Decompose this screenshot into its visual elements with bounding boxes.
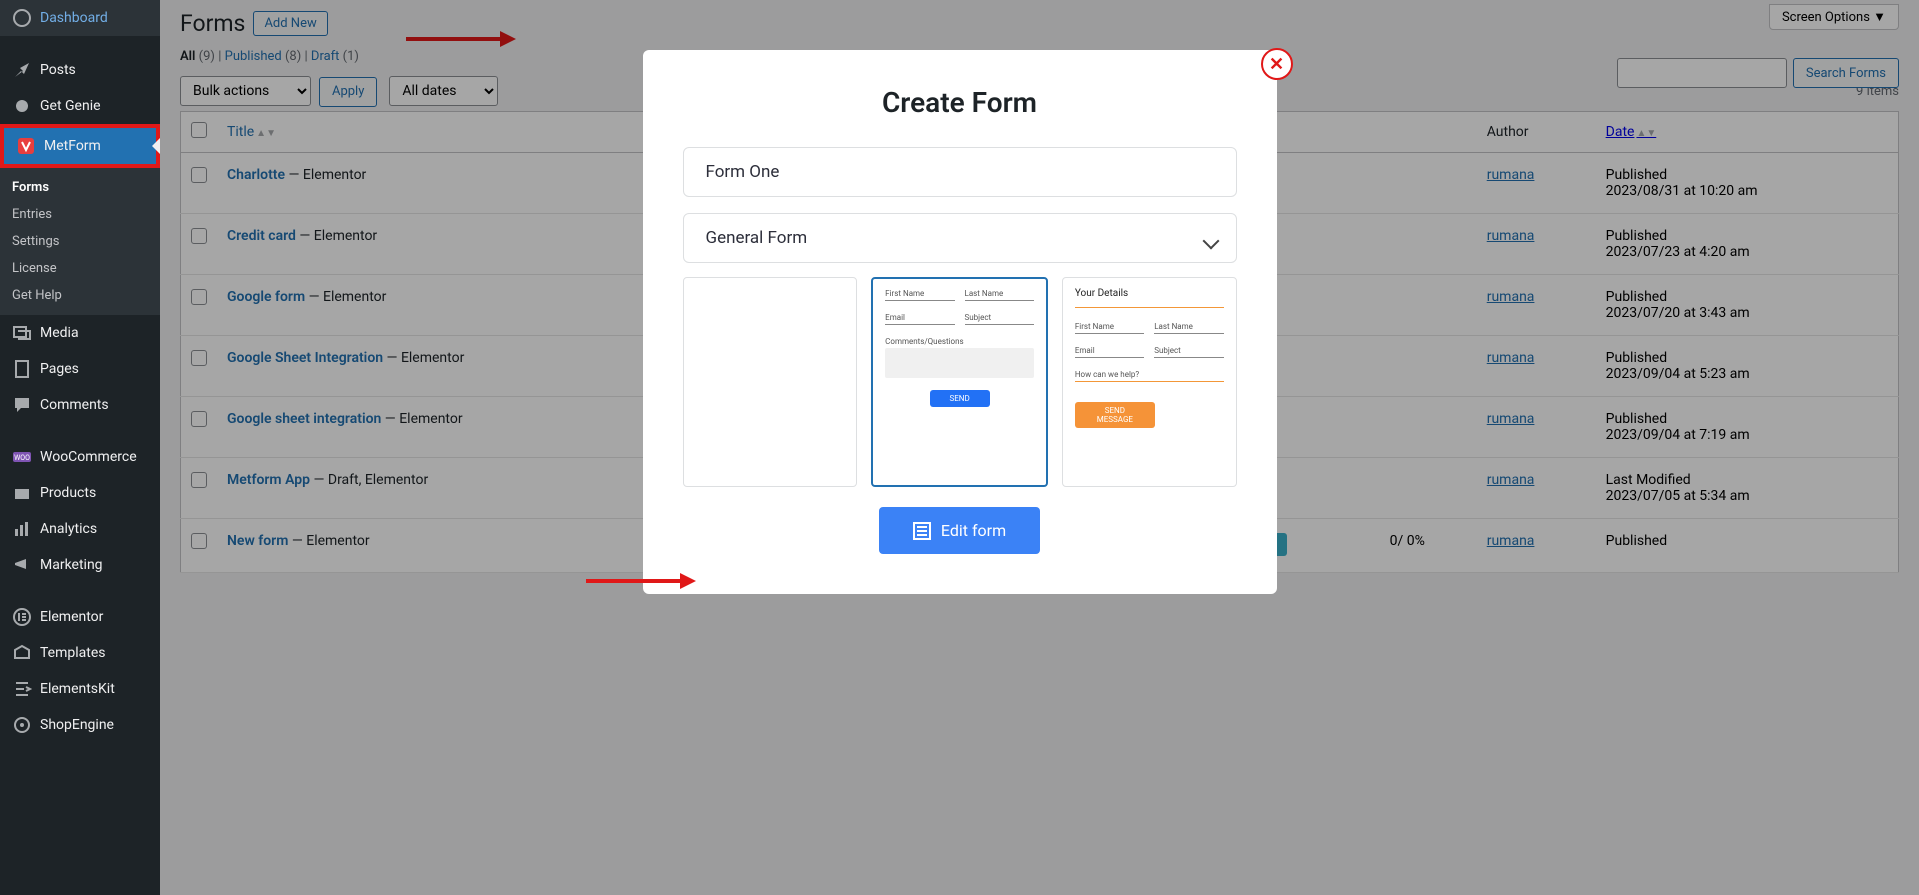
elementskit-icon	[12, 679, 32, 699]
analytics-icon	[12, 519, 32, 539]
metform-icon	[16, 136, 36, 156]
submenu-license[interactable]: License	[0, 255, 160, 282]
create-form-modal: ✕ Create Form General Form First Name La…	[643, 50, 1277, 594]
sidebar-item-elementor[interactable]: Elementor	[0, 599, 160, 635]
media-icon	[12, 323, 32, 343]
sidebar-item-dashboard[interactable]: Dashboard	[0, 0, 160, 36]
sidebar-item-shopengine[interactable]: ShopEngine	[0, 707, 160, 743]
sidebar-item-media[interactable]: Media	[0, 315, 160, 351]
submenu-gethelp[interactable]: Get Help	[0, 282, 160, 309]
sidebar-item-getgenie[interactable]: Get Genie	[0, 88, 160, 124]
form-type-select[interactable]: General Form	[683, 213, 1237, 263]
sidebar-item-woocommerce[interactable]: WOO WooCommerce	[0, 439, 160, 475]
genie-icon	[12, 96, 32, 116]
sidebar-item-marketing[interactable]: Marketing	[0, 547, 160, 583]
svg-text:WOO: WOO	[14, 454, 30, 462]
sidebar-item-analytics[interactable]: Analytics	[0, 511, 160, 547]
sidebar-item-elementskit[interactable]: ElementsKit	[0, 671, 160, 707]
annotation-arrow-icon	[680, 573, 696, 593]
products-icon	[12, 483, 32, 503]
close-icon: ✕	[1269, 54, 1284, 75]
pages-icon	[12, 359, 32, 379]
woo-icon: WOO	[12, 447, 32, 467]
sidebar-item-templates[interactable]: Templates	[0, 635, 160, 671]
edit-form-button[interactable]: Edit form	[879, 507, 1040, 554]
shopengine-icon	[12, 715, 32, 735]
template-details-form[interactable]: Your Details First Name Last Name Email …	[1062, 277, 1237, 487]
templates-icon	[12, 643, 32, 663]
comments-icon	[12, 395, 32, 415]
template-contact-form[interactable]: First Name Last Name Email Subject Comme…	[871, 277, 1048, 487]
marketing-icon	[12, 555, 32, 575]
modal-title: Create Form	[683, 86, 1237, 119]
sidebar-item-comments[interactable]: Comments	[0, 387, 160, 423]
dashboard-icon	[12, 8, 32, 28]
pin-icon	[12, 60, 32, 80]
sidebar-item-metform[interactable]: MetForm	[0, 124, 160, 168]
submenu-forms[interactable]: Forms	[0, 174, 160, 201]
templates-row: First Name Last Name Email Subject Comme…	[683, 277, 1237, 487]
sidebar-item-posts[interactable]: Posts	[0, 52, 160, 88]
elementor-logo-icon	[913, 522, 931, 540]
sidebar-item-products[interactable]: Products	[0, 475, 160, 511]
metform-submenu: Forms Entries Settings License Get Help	[0, 168, 160, 315]
admin-sidebar: Dashboard Posts Get Genie MetForm Forms …	[0, 0, 160, 895]
form-name-input[interactable]	[683, 147, 1237, 197]
elementor-icon	[12, 607, 32, 627]
close-button[interactable]: ✕	[1261, 48, 1293, 80]
sidebar-item-pages[interactable]: Pages	[0, 351, 160, 387]
submenu-entries[interactable]: Entries	[0, 201, 160, 228]
template-blank[interactable]	[683, 277, 858, 487]
submenu-settings[interactable]: Settings	[0, 228, 160, 255]
